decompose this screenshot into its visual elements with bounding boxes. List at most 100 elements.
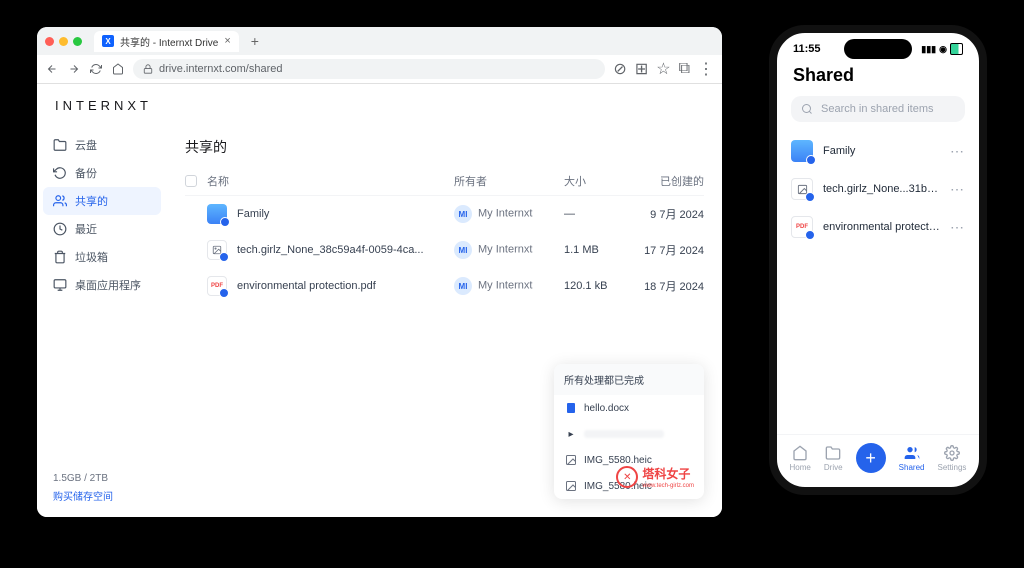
url-text: drive.internxt.com/shared [159, 63, 283, 75]
file-size: — [564, 208, 634, 220]
phone-file-list: Family ⋯ tech.girlz_None...31b18a1665.pn… [777, 132, 979, 434]
shared-badge-icon [806, 155, 816, 165]
key-icon[interactable]: ⊘ [613, 59, 626, 79]
file-size: 120.1 kB [564, 280, 634, 292]
column-size[interactable]: 大小 [564, 173, 634, 189]
minimize-dot[interactable] [59, 37, 68, 46]
blurred-filename [584, 430, 664, 438]
sidebar-item-label: 最近 [75, 221, 97, 237]
addr-right-icons: ⊘ ⊞ ☆ ⧉ ⋮ [613, 59, 714, 79]
home-icon[interactable] [111, 62, 125, 76]
phone-search-input[interactable]: Search in shared items [791, 96, 965, 122]
shared-badge-icon [219, 252, 229, 262]
browser-tab[interactable]: X 共享的 - Internxt Drive × [94, 31, 239, 52]
tab-drive[interactable]: Drive [824, 445, 843, 472]
tab-label: Shared [899, 463, 925, 472]
search-placeholder: Search in shared items [821, 103, 934, 115]
doc-file-icon [564, 401, 578, 415]
shared-badge-icon [805, 230, 815, 240]
watermark: ✕ 塔科女子 www.tech-girlz.com [616, 465, 694, 489]
clock-icon [53, 222, 67, 236]
owner-name: My Internxt [478, 280, 532, 292]
pdf-file-icon: PDF [207, 276, 227, 296]
image-file-icon [564, 479, 578, 493]
file-name: environmental protection.pdf [237, 280, 376, 292]
table-row[interactable]: tech.girlz_None_38c59a4f-0059-4ca... MIM… [185, 232, 704, 268]
sidebar-item-label: 共享的 [75, 193, 108, 209]
lock-icon [143, 64, 153, 74]
page-title: 共享的 [185, 137, 704, 157]
content-area: 共享的 名称 所有者 大小 已创建的 Family MIMy Internxt … [167, 127, 722, 517]
menu-icon[interactable]: ⋮ [698, 59, 714, 79]
watermark-icon: ✕ [616, 466, 638, 488]
new-tab-button[interactable]: + [245, 33, 265, 49]
wifi-icon: ◉ [939, 44, 947, 55]
more-icon[interactable]: ⋯ [950, 143, 965, 160]
folder-icon [207, 204, 227, 224]
bookmark-icon[interactable]: ☆ [656, 59, 670, 79]
tab-settings[interactable]: Settings [938, 445, 967, 472]
more-icon[interactable]: ⋯ [950, 219, 965, 236]
column-owner[interactable]: 所有者 [454, 173, 564, 189]
add-button[interactable]: + [856, 443, 886, 473]
tab-home[interactable]: Home [790, 445, 811, 472]
tab-label: Home [790, 463, 811, 472]
status-time: 11:55 [793, 43, 821, 55]
folder-icon [825, 445, 841, 461]
toast-item-name: IMG_5580.heic [584, 455, 652, 466]
sidebar-item-drive[interactable]: 云盘 [43, 131, 161, 159]
sidebar-item-label: 垃圾箱 [75, 249, 108, 265]
extensions-icon[interactable]: ⧉ [679, 60, 690, 78]
toast-item[interactable]: ▸ [554, 421, 704, 447]
file-name: Family [237, 208, 269, 220]
home-icon [792, 445, 808, 461]
status-icons: ▮▮▮ ◉ [921, 43, 963, 55]
sidebar-item-desktop[interactable]: 桌面应用程序 [43, 271, 161, 299]
tab-label: Drive [824, 463, 843, 472]
signal-icon: ▮▮▮ [921, 44, 936, 55]
maximize-dot[interactable] [73, 37, 82, 46]
shared-badge-icon [219, 288, 229, 298]
phone-frame: 11:55 ▮▮▮ ◉ Shared Search in shared item… [769, 25, 987, 495]
users-icon [904, 445, 920, 461]
sidebar-item-shared[interactable]: 共享的 [43, 187, 161, 215]
address-bar[interactable]: drive.internxt.com/shared [133, 59, 605, 79]
storage-usage: 1.5GB / 2TB [53, 473, 151, 484]
file-date: 17 7月 2024 [634, 242, 704, 258]
close-dot[interactable] [45, 37, 54, 46]
forward-icon[interactable] [67, 62, 81, 76]
toast-item[interactable]: hello.docx [554, 395, 704, 421]
sidebar-item-recent[interactable]: 最近 [43, 215, 161, 243]
buy-storage-link[interactable]: 购买储存空间 [53, 488, 151, 503]
table-row[interactable]: Family MIMy Internxt — 9 7月 2024 [185, 196, 704, 232]
image-file-icon [564, 453, 578, 467]
owner-name: My Internxt [478, 244, 532, 256]
sidebar-footer: 1.5GB / 2TB 购买储存空间 [43, 463, 161, 513]
tab-close-icon[interactable]: × [224, 35, 230, 47]
pdf-file-icon: PDF [791, 216, 813, 238]
sidebar-item-backups[interactable]: 备份 [43, 159, 161, 187]
reload-icon[interactable] [89, 62, 103, 76]
back-icon[interactable] [45, 62, 59, 76]
file-name: tech.girlz_None_38c59a4f-0059-4ca... [237, 244, 424, 256]
browser-chrome: X 共享的 - Internxt Drive × + drive.internx… [37, 27, 722, 84]
column-name[interactable]: 名称 [207, 173, 454, 189]
column-created[interactable]: 已创建的 [634, 173, 704, 189]
sidebar-item-label: 备份 [75, 165, 97, 181]
more-icon[interactable]: ⋯ [950, 181, 965, 198]
window-controls[interactable] [45, 37, 82, 46]
phone-list-item[interactable]: Family ⋯ [791, 132, 965, 170]
sidebar-item-label: 云盘 [75, 137, 97, 153]
phone-file-name: tech.girlz_None...31b18a1665.png [823, 183, 940, 195]
brand-logo: INTERNXT [37, 84, 722, 127]
phone-list-item[interactable]: tech.girlz_None...31b18a1665.png ⋯ [791, 170, 965, 208]
tab-shared[interactable]: Shared [899, 445, 925, 472]
shared-badge-icon [220, 217, 230, 227]
phone-list-item[interactable]: PDF environmental protection.pdf ⋯ [791, 208, 965, 246]
select-all-checkbox[interactable] [185, 175, 197, 187]
sidebar-item-trash[interactable]: 垃圾箱 [43, 243, 161, 271]
file-size: 1.1 MB [564, 244, 634, 256]
translate-icon[interactable]: ⊞ [635, 59, 648, 79]
tab-favicon-icon: X [102, 35, 114, 47]
table-row[interactable]: PDF environmental protection.pdf MIMy In… [185, 268, 704, 304]
